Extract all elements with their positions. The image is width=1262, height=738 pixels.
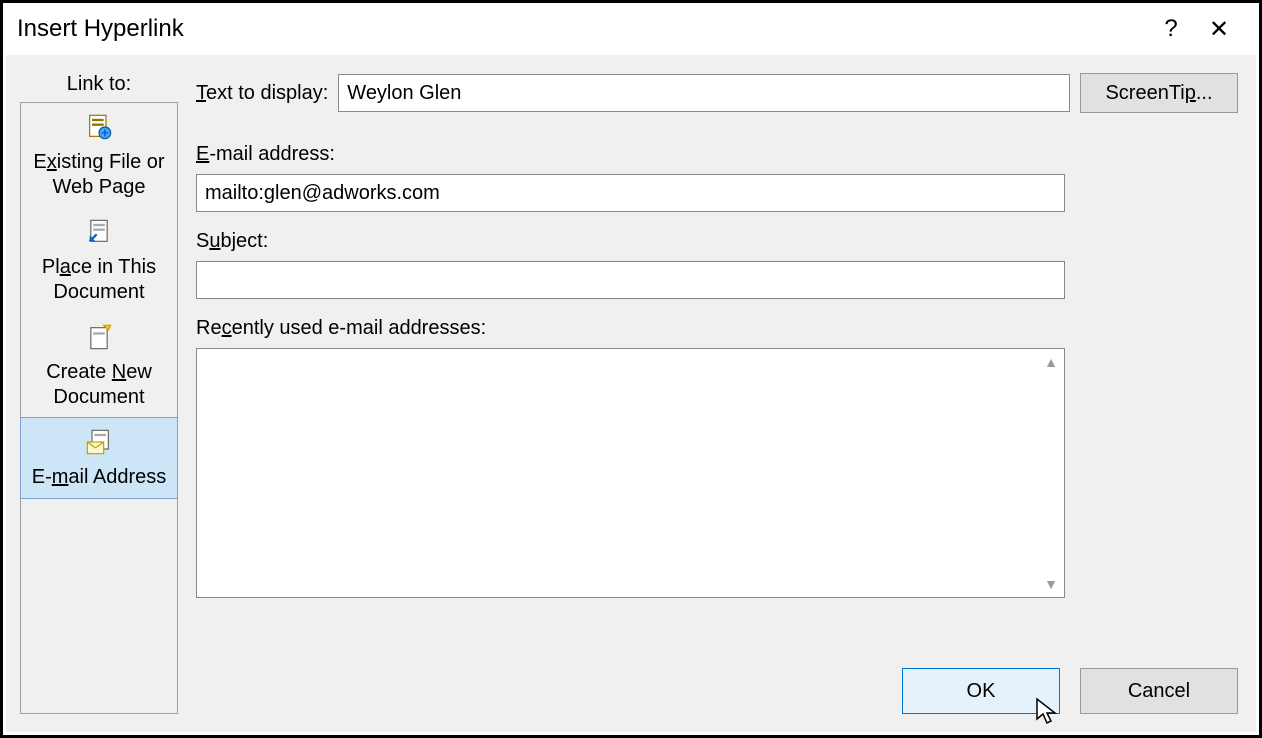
form-area: Text to display: ScreenTip... E-mail add… [196,73,1238,714]
ok-button[interactable]: OK [902,668,1060,714]
nav-existing-file-label: Existing File or Web Page [25,150,173,200]
close-button[interactable]: ✕ [1195,5,1243,53]
create-new-doc-icon [85,323,113,351]
nav-email-address-label: E-mail Address [25,465,173,490]
recent-addresses-scrollbar[interactable]: ▲ ▼ [1039,350,1063,596]
link-to-nav: Existing File or Web Page Place in This … [20,102,178,714]
text-to-display-input[interactable] [338,74,1070,112]
email-address-icon [85,428,113,456]
link-to-column: Link to: Existing File or Web Page Place… [20,73,178,714]
dialog-footer: OK Cancel [902,668,1238,714]
screentip-button[interactable]: ScreenTip... [1080,73,1238,113]
existing-file-icon [85,113,113,141]
place-in-doc-icon [85,218,113,246]
nav-create-new-doc[interactable]: Create New Document [21,313,177,418]
link-to-heading: Link to: [20,73,178,96]
subject-label: Subject: [196,230,1238,253]
scroll-down-icon[interactable]: ▼ [1039,572,1063,596]
subject-input[interactable] [196,261,1065,299]
nav-place-in-doc[interactable]: Place in This Document [21,208,177,313]
titlebar: Insert Hyperlink ? ✕ [3,3,1259,55]
dialog-client: Link to: Existing File or Web Page Place… [6,55,1256,732]
nav-existing-file[interactable]: Existing File or Web Page [21,103,177,208]
text-to-display-label: Text to display: [196,82,328,105]
email-address-input[interactable] [196,174,1065,212]
email-address-label: E-mail address: [196,143,1238,166]
cancel-button[interactable]: Cancel [1080,668,1238,714]
scroll-up-icon[interactable]: ▲ [1039,350,1063,374]
nav-create-new-doc-label: Create New Document [25,360,173,410]
recent-addresses-label: Recently used e-mail addresses: [196,317,1238,340]
nav-email-address[interactable]: E-mail Address [20,417,178,499]
nav-place-in-doc-label: Place in This Document [25,255,173,305]
recent-addresses-list[interactable]: ▲ ▼ [196,348,1065,598]
window-title: Insert Hyperlink [17,15,1147,43]
help-button[interactable]: ? [1147,5,1195,53]
